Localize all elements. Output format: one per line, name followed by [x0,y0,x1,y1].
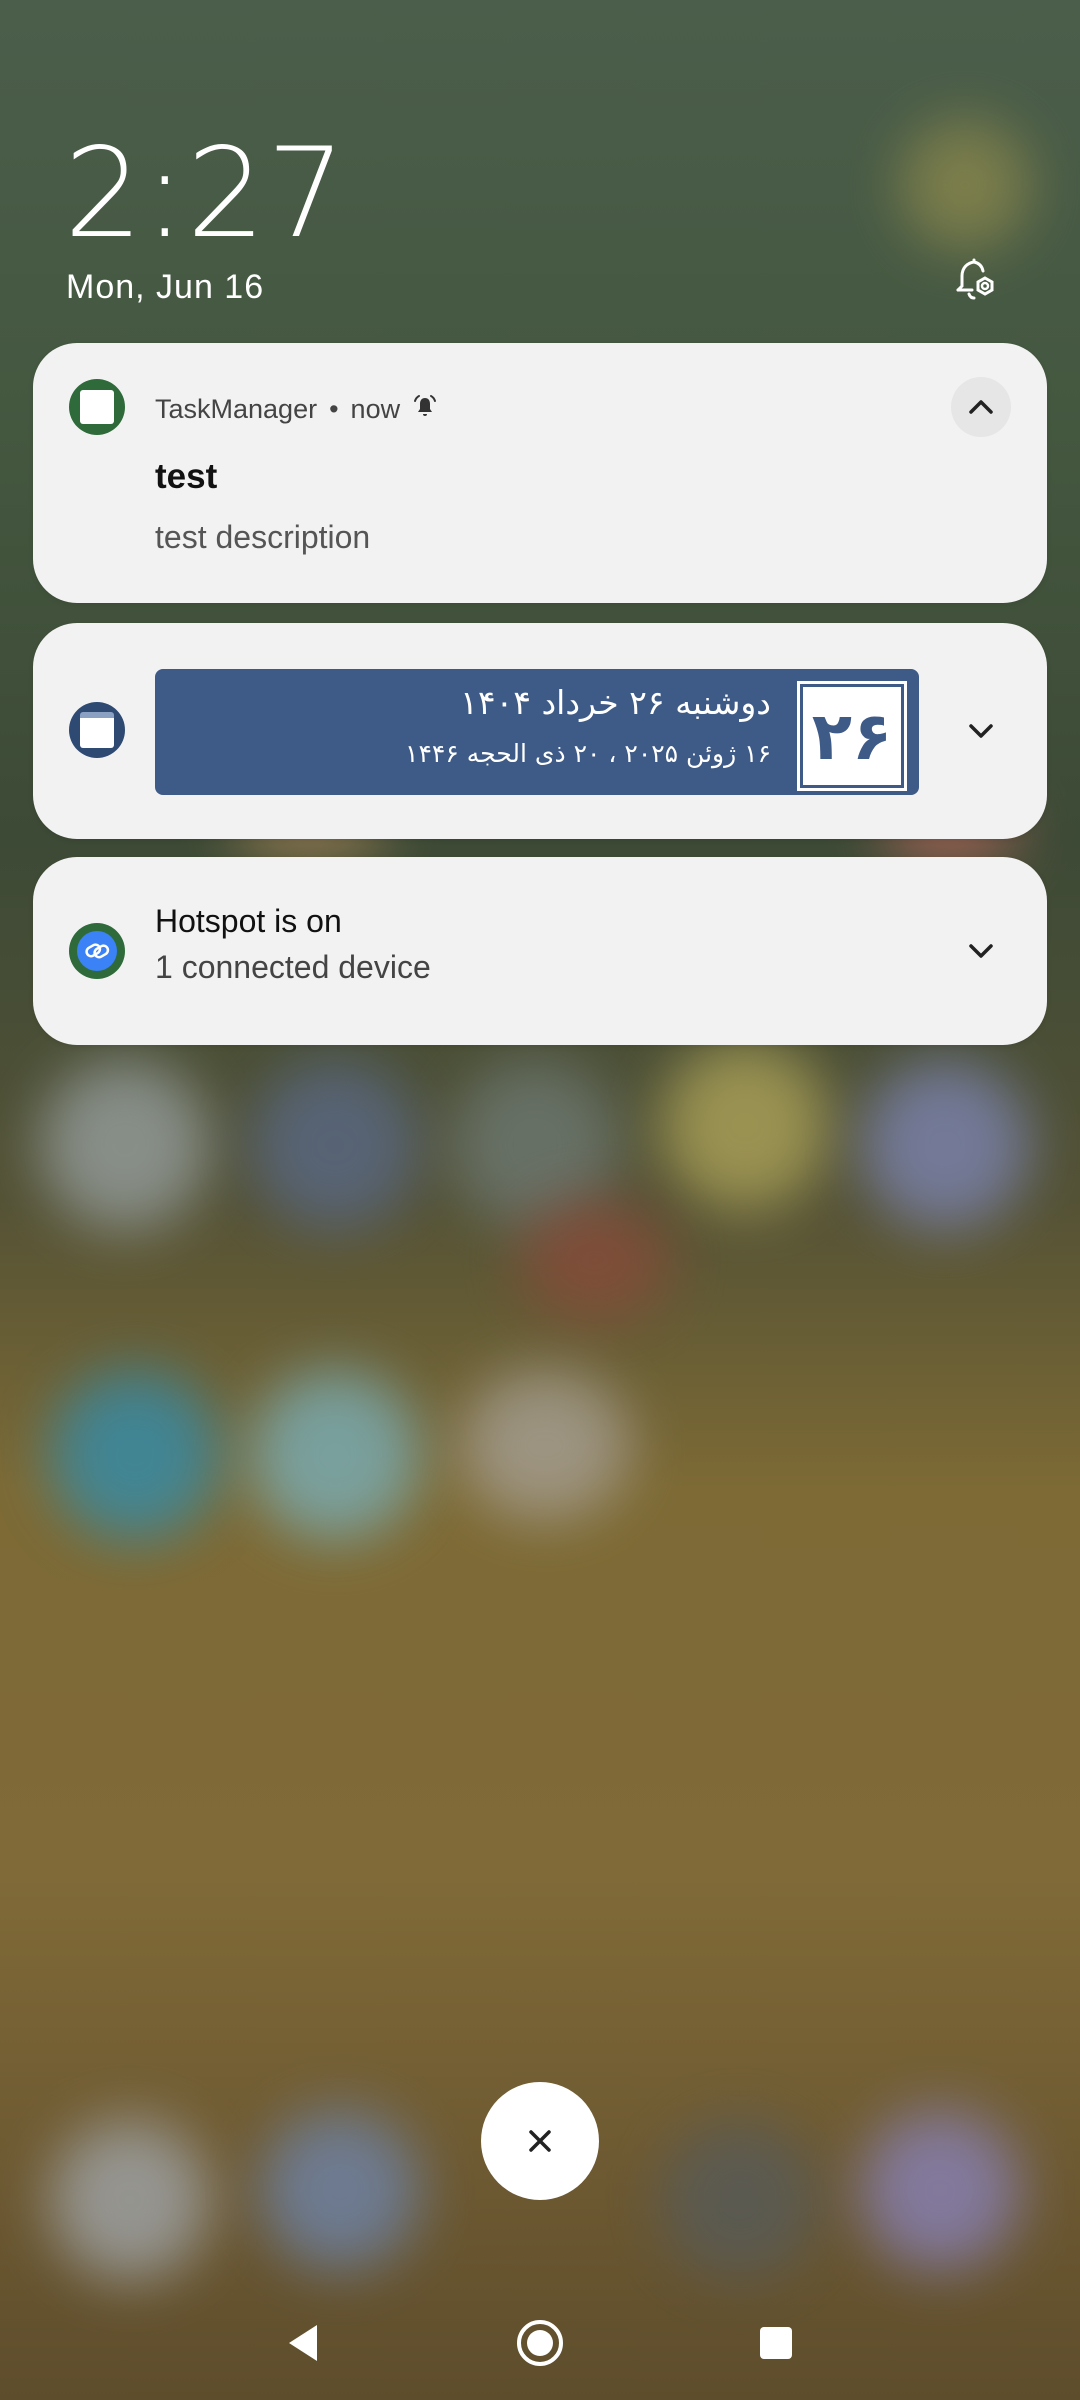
taskmanager-app-icon [69,379,125,435]
chevron-down-icon [969,944,993,958]
calendar-app-icon [69,702,125,758]
day-number-badge: ۲۶ [793,677,911,795]
hotspot-subtitle: 1 connected device [155,949,431,985]
back-triangle-icon [289,2325,317,2361]
app-name: TaskManager [155,394,318,424]
notification-persian-calendar[interactable]: دوشنبه ۲۶ خرداد ۱۴۰۴ ۱۶ ژوئن ۲۰۲۵ ، ۲۰ ذ… [33,623,1047,839]
persian-date-panel: دوشنبه ۲۶ خرداد ۱۴۰۴ ۱۶ ژوئن ۲۰۲۵ ، ۲۰ ذ… [155,669,919,795]
notification-description: test description [155,519,371,555]
lockscreen-date: Mon, Jun 16 [66,268,265,306]
nav-home-button[interactable] [507,2310,573,2376]
hotspot-title: Hotspot is on [155,903,342,939]
dismiss-all-button[interactable] [481,2082,599,2200]
separator-dot: • [329,394,339,424]
notification-hotspot[interactable]: Hotspot is on 1 connected device [33,857,1047,1045]
chevron-up-icon [969,400,993,414]
gregorian-hijri-date-line: ۱۶ ژوئن ۲۰۲۵ ، ۲۰ ذی الحجه ۱۴۴۶ [405,739,771,768]
expand-button[interactable] [951,921,1011,981]
link-icon [77,931,117,971]
notification-header: TaskManager • now [155,393,438,426]
notification-time: now [350,394,401,424]
notification-taskmanager[interactable]: TaskManager • now test test description [33,343,1047,603]
nav-recents-button[interactable] [743,2310,809,2376]
chevron-down-icon [969,724,993,738]
home-circle-icon [517,2320,563,2366]
lockscreen-clock: 2:27 [64,122,347,266]
expand-button[interactable] [951,701,1011,761]
bell-settings-icon[interactable] [948,254,1000,306]
close-icon [529,2130,551,2152]
bell-alert-icon [412,393,438,426]
persian-date-line: دوشنبه ۲۶ خرداد ۱۴۰۴ [460,683,771,722]
recents-square-icon [760,2327,792,2359]
nav-back-button[interactable] [270,2310,336,2376]
collapse-button[interactable] [951,377,1011,437]
notification-title: test [155,457,218,496]
hotspot-app-icon [69,923,125,979]
